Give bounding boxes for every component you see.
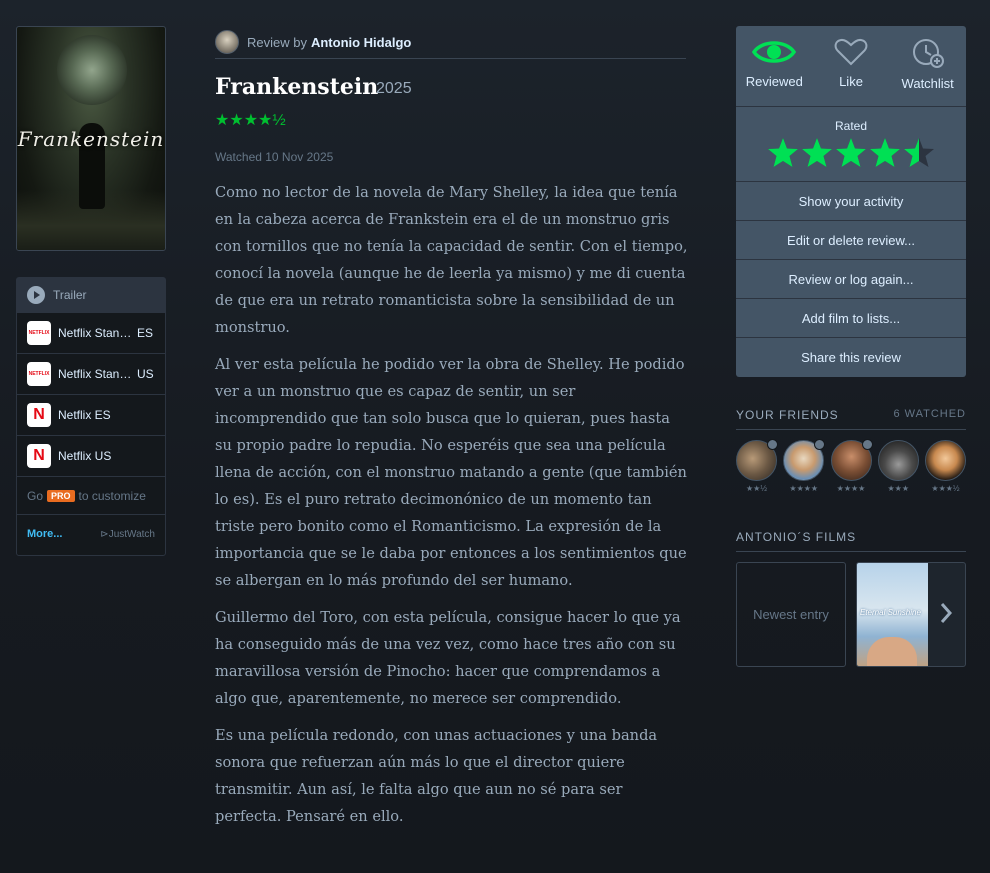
- poster-title-art: Eternal Sunshine: [860, 608, 921, 617]
- friend-rating: ★★★★: [789, 484, 819, 493]
- rating-star-icon[interactable]: [835, 137, 867, 169]
- action-buttons-row: Reviewed Like Watchlist: [736, 26, 966, 107]
- trailer-link[interactable]: Trailer: [17, 278, 165, 313]
- friend-item[interactable]: ★★★: [877, 440, 919, 493]
- friend-item[interactable]: ★★½: [736, 439, 778, 493]
- play-icon: [27, 286, 45, 304]
- review-byline: Review by Antonio Hidalgo: [215, 26, 686, 59]
- friends-count[interactable]: 6 WATCHED: [893, 408, 966, 420]
- reviewed-button[interactable]: Reviewed: [736, 26, 813, 106]
- friends-heading-label[interactable]: YOUR FRIENDS: [736, 408, 839, 422]
- netflix-standard-logo-icon: NETFLIX: [27, 321, 51, 345]
- actions-panel: Reviewed Like Watchlist Rated Show your …: [736, 26, 966, 377]
- avatar: [783, 439, 826, 481]
- service-name: Netflix Stan…: [58, 367, 132, 381]
- add-to-lists-button[interactable]: Add film to lists...: [736, 299, 966, 338]
- poster-window-art: [57, 35, 127, 105]
- service-region: ES: [137, 326, 154, 340]
- review-by-label: Review by: [247, 34, 307, 50]
- like-label: Like: [839, 74, 863, 89]
- film-poster[interactable]: Frankenstein: [16, 26, 166, 251]
- watchlist-clock-icon: [912, 39, 944, 68]
- eye-icon: [752, 41, 797, 63]
- avatar[interactable]: [215, 30, 239, 54]
- avatar: [925, 440, 966, 481]
- film-year[interactable]: 2025: [376, 80, 412, 98]
- avatar: [736, 439, 778, 481]
- netflix-logo-icon: N: [27, 444, 51, 468]
- chevron-right-icon[interactable]: [939, 601, 953, 625]
- review-paragraph: Como no lector de la novela de Mary Shel…: [215, 184, 688, 336]
- rating-star-icon[interactable]: [869, 137, 901, 169]
- reviewed-label: Reviewed: [745, 74, 803, 89]
- avatar: [830, 439, 873, 481]
- rating-star-icon[interactable]: [767, 137, 799, 169]
- rating-star-icon[interactable]: [903, 137, 935, 169]
- rating-stars-input[interactable]: [736, 137, 966, 169]
- netflix-standard-logo-icon: NETFLIX: [27, 362, 51, 386]
- review-paragraph: Guillermo del Toro, con esta película, c…: [215, 609, 681, 707]
- review-again-button[interactable]: Review or log again...: [736, 260, 966, 299]
- watchlist-button[interactable]: Watchlist: [889, 26, 966, 106]
- author-name[interactable]: Antonio Hidalgo: [311, 35, 411, 50]
- customize-text: to customize: [78, 488, 146, 503]
- friend-item[interactable]: ★★★★: [783, 439, 826, 493]
- go-pro-row[interactable]: Go PRO to customize: [17, 477, 165, 515]
- friends-list: ★★½ ★★★★ ★★★★ ★★★ ★★★½: [736, 439, 966, 493]
- like-button[interactable]: Like: [813, 26, 890, 106]
- review-badge-icon: [814, 439, 826, 450]
- avatar: [877, 440, 919, 481]
- poster-face-art: [867, 637, 917, 666]
- go-text: Go: [27, 488, 44, 503]
- rating-section: Rated: [736, 107, 966, 182]
- friend-item[interactable]: ★★★★: [830, 439, 873, 493]
- friend-rating: ★★★★: [836, 484, 866, 493]
- service-region: US: [137, 367, 154, 381]
- newest-entry-placeholder: Newest entry: [736, 562, 846, 667]
- review-badge-icon: [767, 439, 778, 450]
- watched-date: Watched 10 Nov 2025: [215, 150, 334, 164]
- rating-star-icon[interactable]: [801, 137, 833, 169]
- netflix-logo-icon: N: [27, 403, 51, 427]
- service-row[interactable]: N Netflix ES: [17, 395, 165, 436]
- films-heading-label[interactable]: ANTONIO´S FILMS: [736, 530, 856, 544]
- review-rating-stars: ★★★★½: [215, 112, 286, 129]
- friend-rating: ★★★½: [931, 484, 960, 493]
- trailer-label: Trailer: [53, 288, 87, 302]
- friend-rating: ★★★: [887, 484, 909, 493]
- review-body: Como no lector de la novela de Mary Shel…: [215, 179, 690, 840]
- service-name: Netflix Stan…: [58, 326, 132, 340]
- more-row: More... ⊳JustWatch: [17, 515, 165, 553]
- heart-icon: [834, 38, 868, 66]
- film-title[interactable]: Frankenstein: [215, 74, 378, 100]
- justwatch-credit[interactable]: ⊳JustWatch: [100, 529, 155, 540]
- films-heading: ANTONIO´S FILMS: [736, 530, 966, 552]
- eternal-sunshine-poster: Eternal Sunshine: [857, 563, 928, 666]
- review-paragraph: Es una película redondo, con unas actuac…: [215, 727, 658, 825]
- where-to-watch-panel: Trailer NETFLIX Netflix Stan… ES NETFLIX…: [16, 277, 166, 556]
- share-review-button[interactable]: Share this review: [736, 338, 966, 377]
- edit-review-button[interactable]: Edit or delete review...: [736, 221, 966, 260]
- review-badge-icon: [861, 439, 873, 450]
- service-name: Netflix US: [58, 449, 112, 463]
- friends-heading: YOUR FRIENDS 6 WATCHED: [736, 408, 966, 430]
- service-row[interactable]: NETFLIX Netflix Stan… US: [17, 354, 165, 395]
- poster-title-art: Frankenstein: [17, 127, 165, 151]
- friend-rating: ★★½: [745, 484, 767, 493]
- rated-label: Rated: [834, 119, 868, 133]
- service-row[interactable]: NETFLIX Netflix Stan… ES: [17, 313, 165, 354]
- pro-badge: PRO: [47, 489, 75, 502]
- recent-film-card[interactable]: Eternal Sunshine: [856, 562, 966, 667]
- show-activity-button[interactable]: Show your activity: [736, 182, 966, 221]
- service-row[interactable]: N Netflix US: [17, 436, 165, 477]
- watchlist-label: Watchlist: [901, 76, 954, 91]
- friend-item[interactable]: ★★★½: [925, 440, 966, 493]
- review-paragraph: Al ver esta película he podido ver la ob…: [215, 356, 687, 589]
- more-link[interactable]: More...: [27, 528, 62, 540]
- service-name: Netflix ES: [58, 408, 111, 422]
